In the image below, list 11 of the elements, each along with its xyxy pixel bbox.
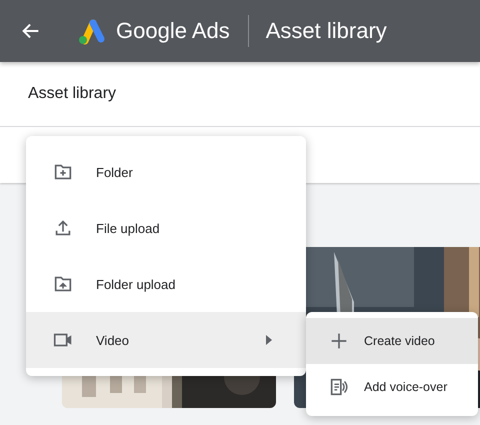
menu-item[interactable]: Folder xyxy=(26,144,306,200)
header-title: Asset library xyxy=(266,18,387,44)
menu-item[interactable]: Video xyxy=(26,312,306,368)
menu-item[interactable]: File upload xyxy=(26,200,306,256)
brand-name: Google Ads xyxy=(116,18,230,44)
voice-document-icon xyxy=(328,376,350,398)
menu-item[interactable]: Add voice-over xyxy=(306,364,478,410)
menu-item[interactable]: Create video xyxy=(306,318,478,364)
menu-item[interactable]: Folder upload xyxy=(26,256,306,312)
logo-icon xyxy=(76,17,106,45)
page-title: Asset library xyxy=(28,85,116,103)
